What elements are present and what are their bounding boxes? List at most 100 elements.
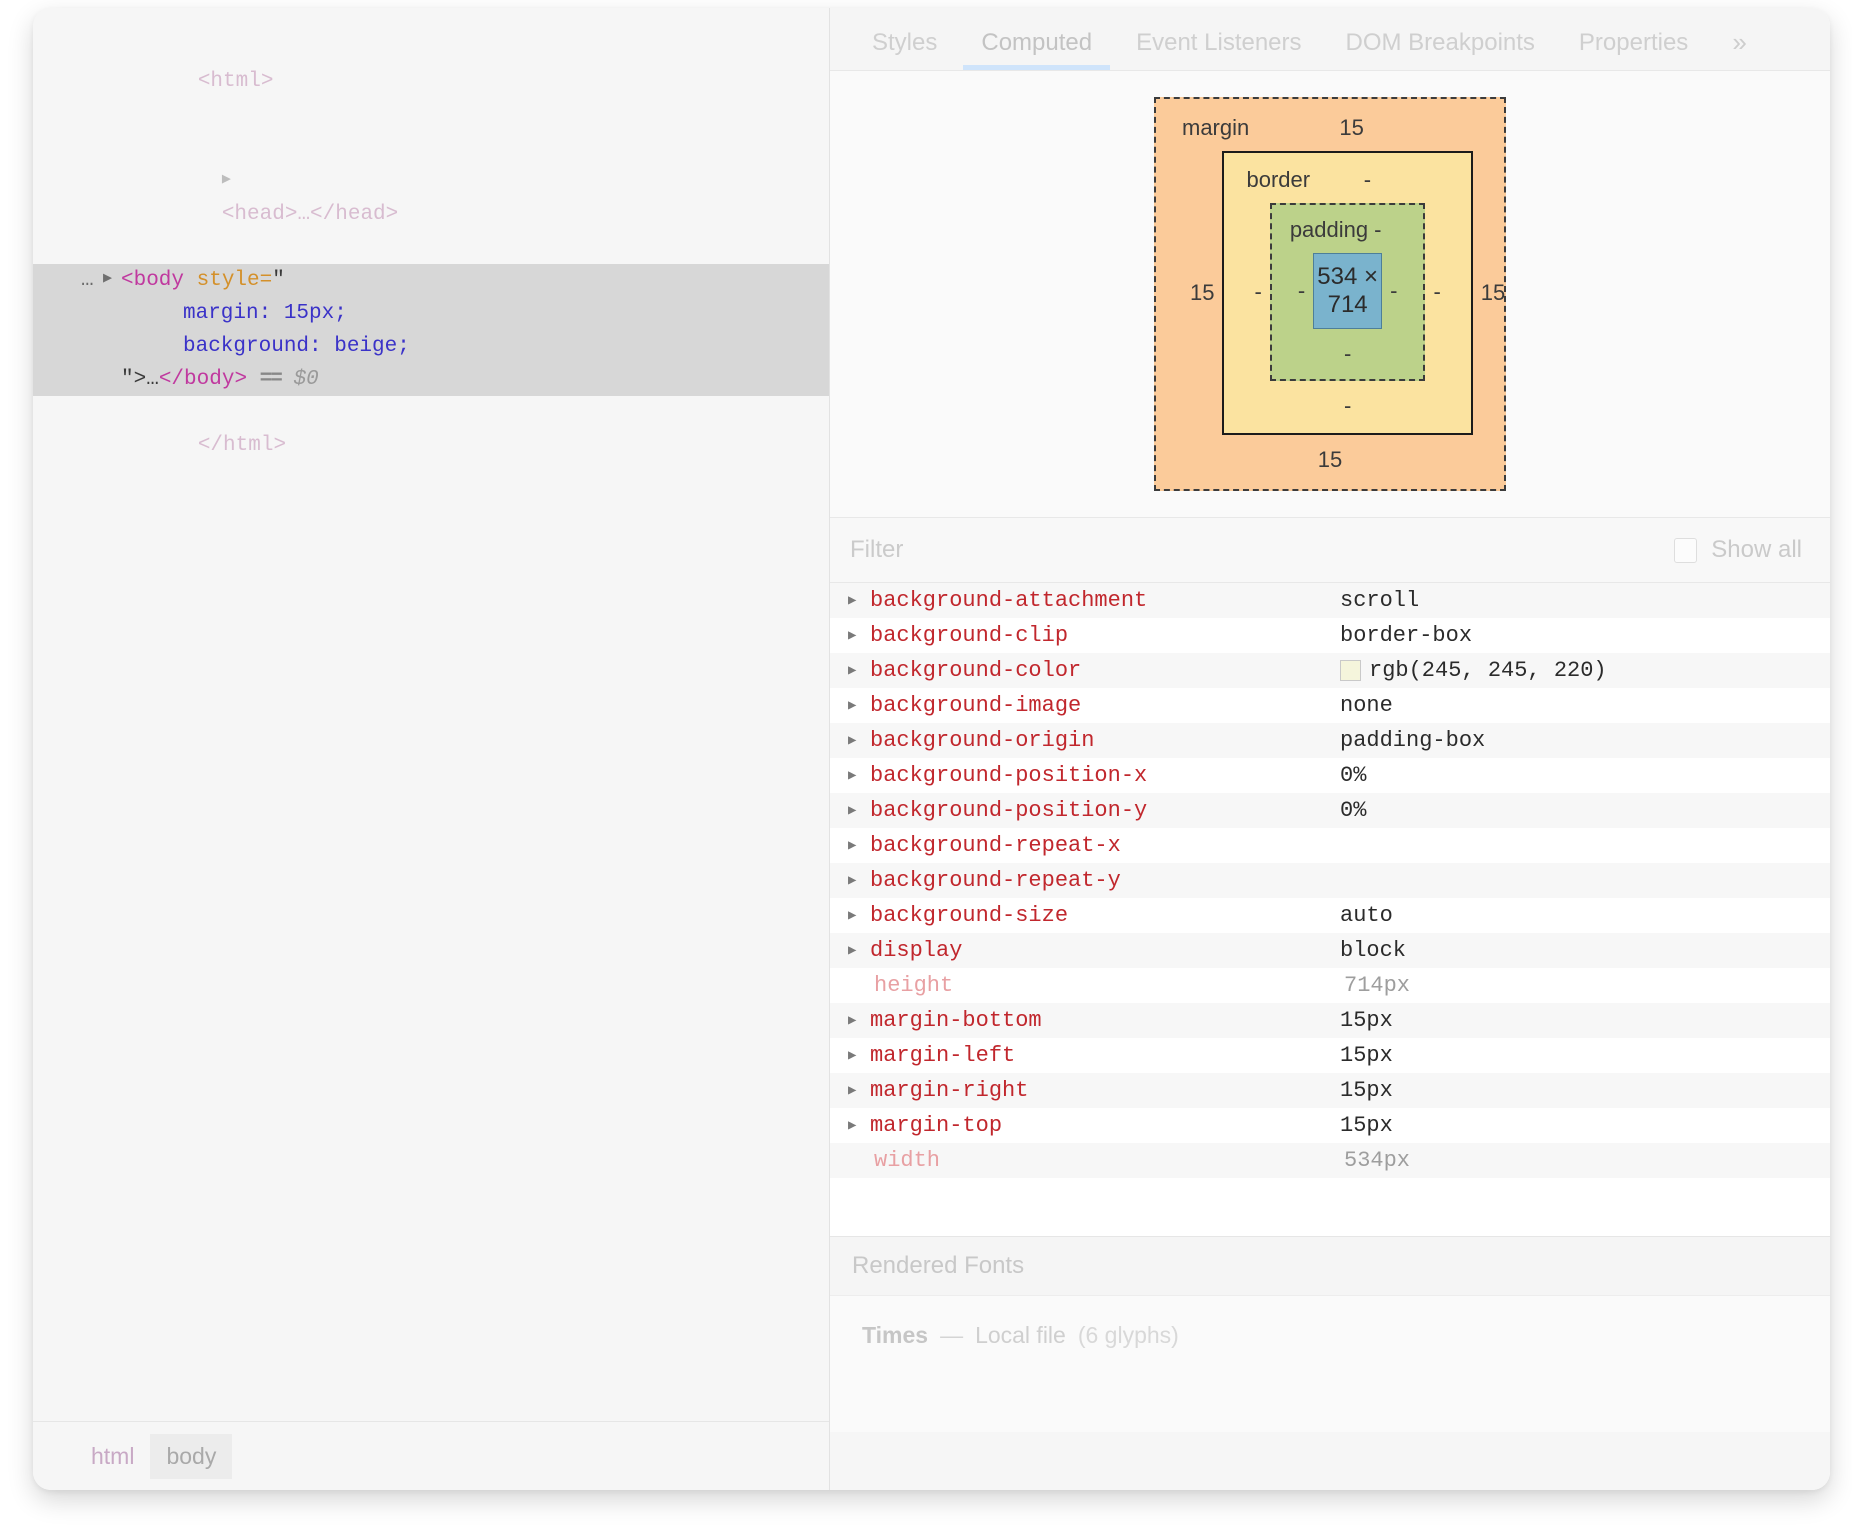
- box-model-padding-box[interactable]: padding - - 534 × 714 - -: [1269, 203, 1426, 381]
- table-row[interactable]: ▶ background-attachment scroll: [830, 583, 1830, 618]
- box-model-padding-right-value[interactable]: -: [1382, 278, 1405, 304]
- property-name[interactable]: background-color: [870, 658, 1340, 683]
- property-name[interactable]: display: [870, 938, 1340, 963]
- dom-line-head[interactable]: ▶ <head>…</head>: [33, 131, 829, 264]
- property-name[interactable]: background-position-y: [870, 798, 1340, 823]
- expand-triangle-icon[interactable]: ▶: [848, 1014, 870, 1028]
- expand-triangle-icon[interactable]: ▶: [848, 944, 870, 958]
- expand-triangle-icon[interactable]: ▶: [848, 839, 870, 853]
- box-model-content-box[interactable]: 534 × 714: [1313, 253, 1383, 329]
- property-name[interactable]: width: [870, 1148, 1344, 1173]
- table-row[interactable]: ▶ margin-top 15px: [830, 1108, 1830, 1143]
- box-model-padding-left-value[interactable]: -: [1290, 278, 1313, 304]
- expand-triangle-icon[interactable]: ▶: [848, 629, 870, 643]
- table-row[interactable]: ▶ display block: [830, 933, 1830, 968]
- tab-event-listeners[interactable]: Event Listeners: [1114, 29, 1323, 70]
- breadcrumb-item-body[interactable]: body: [150, 1433, 233, 1479]
- expand-arrow-icon[interactable]: ▶: [222, 163, 231, 196]
- expand-triangle-icon[interactable]: ▶: [848, 664, 870, 678]
- property-value-wrap[interactable]: rgb(245, 245, 220): [1340, 658, 1607, 683]
- property-value[interactable]: 714px: [1344, 973, 1410, 998]
- breadcrumb-item-html[interactable]: html: [75, 1434, 150, 1479]
- table-row[interactable]: ▶ background-repeat-y: [830, 863, 1830, 898]
- property-name[interactable]: background-position-x: [870, 763, 1340, 788]
- property-value[interactable]: 15px: [1340, 1113, 1393, 1138]
- dom-line-body-open[interactable]: … ▶ <body style=": [33, 264, 829, 297]
- table-row[interactable]: ▶ margin-left 15px: [830, 1038, 1830, 1073]
- expand-triangle-icon[interactable]: ▶: [848, 594, 870, 608]
- tab-styles[interactable]: Styles: [850, 29, 959, 70]
- expand-triangle-icon[interactable]: ▶: [848, 874, 870, 888]
- property-name[interactable]: background-image: [870, 693, 1340, 718]
- property-name[interactable]: margin-right: [870, 1078, 1340, 1103]
- dom-node-body-selected[interactable]: … ▶ <body style=" margin: 15px; backgrou…: [33, 264, 829, 396]
- tab-properties[interactable]: Properties: [1557, 29, 1710, 70]
- table-row[interactable]: ▶ background-position-x 0%: [830, 758, 1830, 793]
- collapse-arrow-icon[interactable]: ▶: [103, 262, 112, 295]
- expand-triangle-icon[interactable]: ▶: [848, 804, 870, 818]
- tab-computed[interactable]: Computed: [959, 29, 1114, 70]
- dom-line-html-close[interactable]: </html>: [33, 396, 829, 495]
- table-row[interactable]: ▶ background-color rgb(245, 245, 220): [830, 653, 1830, 688]
- property-value[interactable]: border-box: [1340, 623, 1472, 648]
- property-value[interactable]: 0%: [1340, 763, 1366, 788]
- property-value[interactable]: auto: [1340, 903, 1393, 928]
- property-value[interactable]: scroll: [1340, 588, 1419, 613]
- show-all-checkbox-icon[interactable]: [1674, 537, 1698, 563]
- box-model-margin-left-value[interactable]: 15: [1182, 280, 1222, 306]
- property-value[interactable]: padding-box: [1340, 728, 1485, 753]
- box-model-margin-top-value[interactable]: 15: [1249, 115, 1454, 141]
- property-value[interactable]: 15px: [1340, 1043, 1393, 1068]
- box-model-margin-right-value[interactable]: 15: [1473, 280, 1513, 306]
- expand-triangle-icon[interactable]: ▶: [848, 699, 870, 713]
- box-model-border-top-value[interactable]: -: [1310, 167, 1425, 193]
- property-value[interactable]: 0%: [1340, 798, 1366, 823]
- computed-properties-list[interactable]: ▶ background-attachment scroll ▶ backgro…: [830, 583, 1830, 1236]
- table-row[interactable]: ▶ margin-bottom 15px: [830, 1003, 1830, 1038]
- table-row[interactable]: ▶ background-size auto: [830, 898, 1830, 933]
- property-name[interactable]: height: [870, 973, 1344, 998]
- property-name[interactable]: background-attachment: [870, 588, 1340, 613]
- filter-input[interactable]: [848, 535, 1675, 565]
- property-name[interactable]: background-repeat-x: [870, 833, 1340, 858]
- property-name[interactable]: background-size: [870, 903, 1340, 928]
- box-model-margin-box[interactable]: margin 15 15 border - - padding - - 534 …: [1154, 97, 1506, 491]
- property-name[interactable]: margin-left: [870, 1043, 1340, 1068]
- property-value[interactable]: none: [1340, 693, 1393, 718]
- box-model-padding-top-value[interactable]: -: [1374, 217, 1381, 243]
- box-model-border-bottom-value[interactable]: -: [1246, 393, 1448, 419]
- show-all-toggle[interactable]: Show all: [1674, 536, 1802, 564]
- rendered-fonts-header[interactable]: Rendered Fonts: [830, 1236, 1830, 1296]
- expand-triangle-icon[interactable]: ▶: [848, 909, 870, 923]
- box-model-diagram[interactable]: margin 15 15 border - - padding - - 534 …: [830, 71, 1830, 518]
- box-model-border-left-value[interactable]: -: [1246, 279, 1269, 305]
- property-name[interactable]: margin-top: [870, 1113, 1340, 1138]
- box-model-margin-bottom-value[interactable]: 15: [1182, 447, 1478, 473]
- expand-triangle-icon[interactable]: ▶: [848, 769, 870, 783]
- dom-attr-style[interactable]: style=: [184, 269, 273, 292]
- expand-triangle-icon[interactable]: ▶: [848, 1119, 870, 1133]
- color-swatch-icon[interactable]: [1340, 660, 1361, 681]
- table-row[interactable]: ▶ width 534px: [830, 1143, 1830, 1178]
- property-name[interactable]: margin-bottom: [870, 1008, 1340, 1033]
- property-name[interactable]: background-origin: [870, 728, 1340, 753]
- table-row[interactable]: ▶ background-repeat-x: [830, 828, 1830, 863]
- table-row[interactable]: ▶ height 714px: [830, 968, 1830, 1003]
- table-row[interactable]: ▶ margin-right 15px: [830, 1073, 1830, 1108]
- box-model-padding-bottom-value[interactable]: -: [1290, 341, 1406, 367]
- dom-tree[interactable]: <html> ▶ <head>…</head> … ▶ <body style=…: [33, 8, 829, 1421]
- table-row[interactable]: ▶ background-image none: [830, 688, 1830, 723]
- property-name[interactable]: background-repeat-y: [870, 868, 1340, 893]
- property-value[interactable]: 15px: [1340, 1078, 1393, 1103]
- tab-dom-breakpoints[interactable]: DOM Breakpoints: [1324, 29, 1557, 70]
- table-row[interactable]: ▶ background-position-y 0%: [830, 793, 1830, 828]
- property-value[interactable]: 534px: [1344, 1148, 1410, 1173]
- dom-line-style-background[interactable]: background: beige;: [33, 330, 829, 363]
- dom-line-html-open[interactable]: <html>: [33, 32, 829, 131]
- dom-line-body-close[interactable]: ">…</body> == $0: [33, 363, 829, 396]
- table-row[interactable]: ▶ background-origin padding-box: [830, 723, 1830, 758]
- expand-triangle-icon[interactable]: ▶: [848, 1049, 870, 1063]
- property-name[interactable]: background-clip: [870, 623, 1340, 648]
- dom-line-style-margin[interactable]: margin: 15px;: [33, 297, 829, 330]
- box-model-border-right-value[interactable]: -: [1425, 279, 1448, 305]
